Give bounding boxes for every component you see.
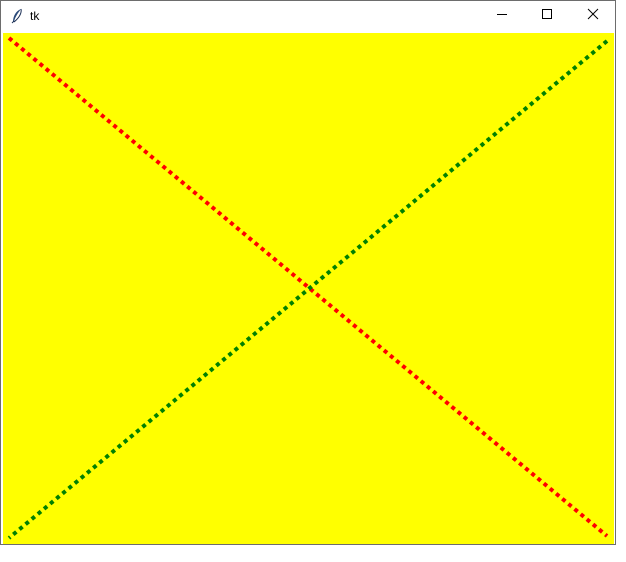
close-icon: [587, 7, 599, 25]
title-bar[interactable]: tk: [1, 1, 615, 32]
app-window: tk: [0, 0, 616, 545]
minimize-button[interactable]: [479, 1, 525, 31]
minimize-icon: [496, 7, 508, 25]
feather-icon: [10, 8, 24, 24]
maximize-button[interactable]: [524, 1, 570, 31]
window-title: tk: [30, 9, 40, 23]
maximize-icon: [541, 7, 553, 25]
close-button[interactable]: [570, 1, 616, 31]
drawing-canvas[interactable]: [3, 33, 614, 544]
